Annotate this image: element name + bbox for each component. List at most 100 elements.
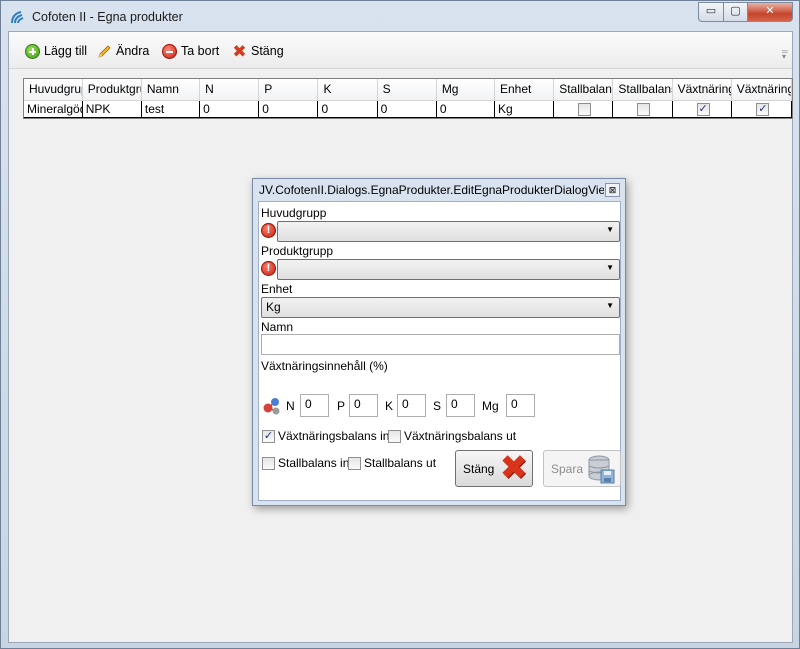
table-row[interactable]: Mineralgödsel NPK test 0 0 0 0 0 Kg ✓ ✓ [24,100,793,118]
enhet-label: Enhet [261,282,293,296]
produktgrupp-label: Produktgrupp [261,244,334,258]
stall-in-option[interactable]: Stallbalans in [262,456,349,470]
minimize-button[interactable]: ▭ [698,2,724,22]
enhet-value: Kg [266,300,281,314]
n-value: 0 [305,397,312,411]
produktgrupp-select[interactable]: ▼ [277,259,620,280]
p-value: 0 [354,397,361,411]
stallbalans-ut-label: Stallbalans ut [364,456,437,470]
vaxtnaringsbalans-ut-checkbox[interactable] [388,429,401,443]
cell-k[interactable]: 0 [317,100,378,118]
close-button-label: Stäng [251,44,284,58]
stang-button-label: Stäng [463,461,495,476]
vaxt-in-option[interactable]: ✓ Växtnäringsbalans in [262,429,389,443]
red-x-icon: ✖ [232,41,247,61]
close-icon: ⊠ [608,185,617,195]
dialog-title: JV.CofotenII.Dialogs.EgnaProdukter.EditE… [259,183,604,197]
n-label: N [286,399,295,413]
chevron-down-icon: ▼ [606,301,614,310]
pencil-icon [98,44,111,58]
k-input[interactable]: 0 [397,394,426,417]
column-header[interactable]: S [377,79,437,101]
stallbalans-ut-checkbox[interactable] [637,102,651,116]
namn-input[interactable] [261,334,620,355]
column-header[interactable]: Stallbalans ut [612,79,673,101]
mg-label: Mg [482,399,499,413]
vaxtnaring-in-checkbox[interactable]: ✓ [696,102,710,116]
remove-icon [162,43,177,59]
toolbar-overflow-icon[interactable]: ═ ▾ [782,48,790,63]
s-input[interactable]: 0 [446,394,475,417]
s-label: S [433,399,442,413]
mg-input[interactable]: 0 [506,394,535,417]
vaxtnaringsbalans-in-label: Växtnäringsbalans in [278,429,390,443]
column-header[interactable]: Namn [141,79,201,101]
cell-vaxtnaring-in[interactable]: ✓ [672,100,732,118]
p-label: P [337,399,346,413]
close-button[interactable]: ✖ Stäng [232,41,284,61]
k-value: 0 [402,397,409,411]
cell-enhet[interactable]: Kg [494,100,555,118]
error-icon: ! [261,223,276,238]
namn-label: Namn [261,320,294,334]
cofoten-logo-icon [11,11,24,24]
spara-button[interactable]: Spara [543,450,621,487]
column-header[interactable]: Produktgrupp [82,79,142,101]
cell-stallbalans-ut[interactable] [612,100,673,118]
edit-product-dialog: JV.CofotenII.Dialogs.EgnaProdukter.EditE… [252,178,626,506]
column-header[interactable]: K [317,79,378,101]
enhet-select[interactable]: Kg ▼ [261,297,620,318]
cell-vaxtnaring-ut[interactable]: ✓ [731,100,793,118]
huvudgrupp-select[interactable]: ▼ [277,221,620,242]
chevron-down-icon: ▼ [606,225,614,234]
column-header[interactable]: P [258,79,319,101]
column-header[interactable]: Enhet [494,79,555,101]
stang-button[interactable]: Stäng ✖ [455,450,533,487]
database-save-icon [588,455,615,484]
cell-stallbalans-in[interactable] [553,100,614,118]
stall-ut-option[interactable]: Stallbalans ut [348,456,436,470]
cell-mg[interactable]: 0 [436,100,496,118]
products-grid: Huvudgrupp Produktgrupp Namn N P K S Mg … [23,78,793,119]
cell-namn[interactable]: test [141,100,201,118]
stallbalans-in-checkbox[interactable] [262,456,275,470]
vaxtnaringsbalans-in-checkbox[interactable]: ✓ [262,429,275,443]
stallbalans-in-checkbox[interactable] [578,102,592,116]
p-input[interactable]: 0 [349,394,378,417]
k-label: K [385,399,394,413]
chevron-down-icon: ▼ [606,263,614,272]
vaxtnaringsbalans-ut-label: Växtnäringsbalans ut [404,429,517,443]
maximize-icon: ▢ [730,5,741,17]
vaxtnaring-ut-checkbox[interactable]: ✓ [756,102,770,116]
column-header[interactable]: Växtnäringsbalans in [672,79,732,101]
column-header[interactable]: Stallbalans in [553,79,614,101]
cell-n[interactable]: 0 [199,100,260,118]
main-window: Cofoten II - Egna produkter ▭ ▢ ✕ Lägg t… [0,0,800,649]
column-header[interactable]: N [199,79,260,101]
mg-value: 0 [511,397,518,411]
grid-header-row: Huvudgrupp Produktgrupp Namn N P K S Mg … [24,79,793,101]
column-header[interactable]: Huvudgrupp [24,79,83,101]
add-button-label: Lägg till [44,44,88,58]
stallbalans-in-label: Stallbalans in [278,456,350,470]
cell-s[interactable]: 0 [377,100,437,118]
cell-produktgrupp[interactable]: NPK [82,100,142,118]
add-button[interactable]: Lägg till [25,42,87,60]
maximize-button[interactable]: ▢ [723,2,748,22]
cell-p[interactable]: 0 [258,100,319,118]
stallbalans-ut-checkbox[interactable] [348,456,361,470]
edit-button[interactable]: Ändra [97,42,149,60]
toolbar: Lägg till Ändra Ta bort ✖ Stäng ═ ▾ [9,32,792,69]
delete-button[interactable]: Ta bort [162,42,219,60]
spara-button-label: Spara [551,461,584,476]
column-header[interactable]: Mg [436,79,496,101]
column-header[interactable]: Växtnäringsbalans ut [731,79,793,101]
dialog-close-button[interactable]: ⊠ [605,183,620,197]
window-close-button[interactable]: ✕ [747,2,793,22]
delete-button-label: Ta bort [181,44,220,58]
cell-huvudgrupp[interactable]: Mineralgödsel [24,100,83,118]
vaxt-ut-option[interactable]: Växtnäringsbalans ut [388,429,516,443]
n-input[interactable]: 0 [300,394,329,417]
title-bar[interactable]: Cofoten II - Egna produkter ▭ ▢ ✕ [1,1,799,31]
red-x-icon: ✖ [499,449,529,487]
